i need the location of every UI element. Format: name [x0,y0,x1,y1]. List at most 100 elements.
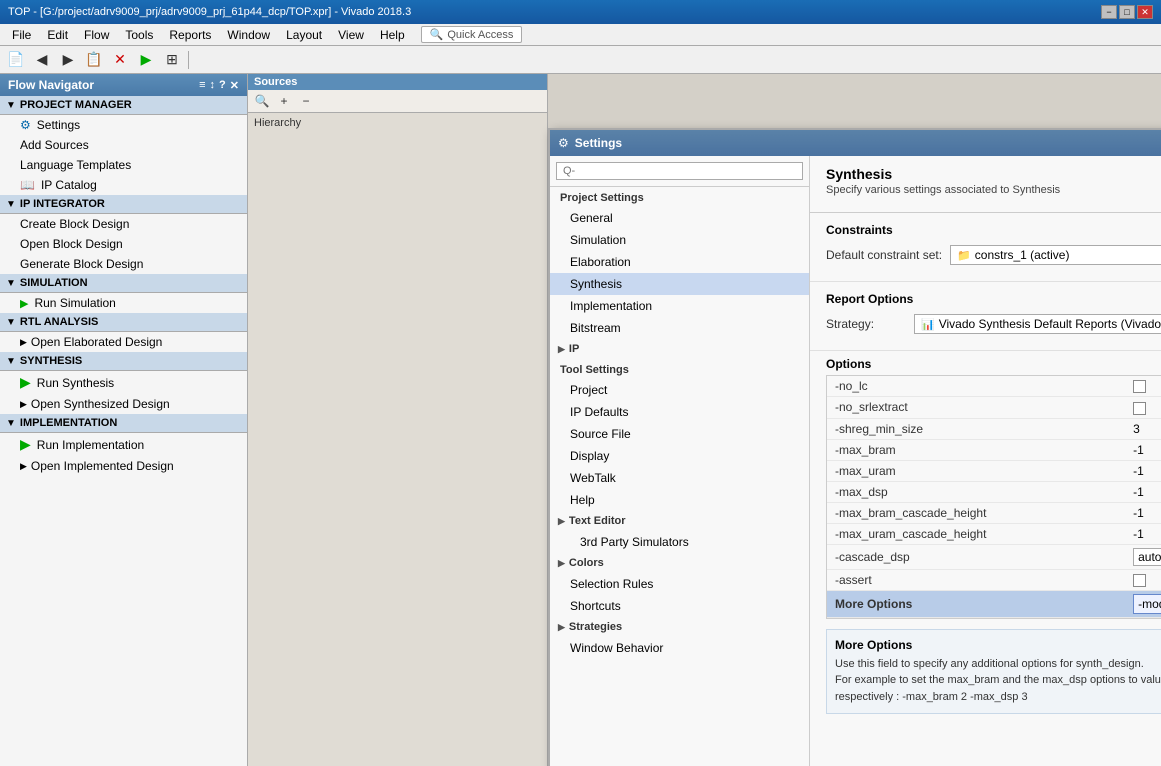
run-button[interactable]: ▶ [134,49,158,71]
nav-item-help[interactable]: Help [550,489,809,511]
nav-item-window-behavior[interactable]: Window Behavior [550,637,809,659]
nav-ctrl-close[interactable]: ✕ [230,79,239,92]
nav-item-create-block-design[interactable]: Create Block Design [0,214,247,234]
nav-item-3rd-party[interactable]: 3rd Party Simulators [550,531,809,553]
nav-item-language-templates[interactable]: Language Templates [0,155,247,175]
nav-item-open-block-design[interactable]: Open Block Design [0,234,247,254]
constraint-set-select[interactable]: 📁 constrs_1 (active) ▼ [950,245,1161,265]
nav-item-run-implementation[interactable]: ▶ Run Implementation [0,433,247,456]
menu-file[interactable]: File [4,26,39,44]
option-value-cell[interactable]: -1 [1125,460,1161,481]
menu-edit[interactable]: Edit [39,26,76,44]
forward-button[interactable]: ▶ [56,49,80,71]
options-table-row[interactable]: -max_bram-1 [827,439,1161,460]
nav-item-generate-block-design[interactable]: Generate Block Design [0,254,247,274]
maximize-button[interactable]: □ [1119,5,1135,19]
back-button[interactable]: ◀ [30,49,54,71]
minimize-button[interactable]: − [1101,5,1117,19]
nav-item-open-implemented[interactable]: ▶ Open Implemented Design [0,456,247,476]
nav-ctrl-menu[interactable]: ≡ [199,79,205,92]
close-button[interactable]: ✕ [1137,5,1153,19]
panel-toolbar-sources: 🔍 + − [248,90,547,113]
sources-tab[interactable]: Hierarchy [248,113,547,133]
nav-group-header-ip[interactable]: ▶ IP [550,339,809,359]
menu-reports[interactable]: Reports [161,26,219,44]
options-table-row[interactable]: -no_srlextract [827,397,1161,418]
option-value-cell[interactable]: auto▼ [1125,544,1161,569]
grid-button[interactable]: ⊞ [160,49,184,71]
nav-ctrl-help[interactable]: ? [219,79,226,92]
new-button[interactable]: 📄 [4,49,28,71]
option-value-cell[interactable] [1125,397,1161,418]
nav-item-project[interactable]: Project [550,379,809,401]
option-dropdown[interactable]: auto▼ [1133,548,1161,566]
nav-item-settings[interactable]: ⚙ Settings [0,115,247,135]
options-table-row[interactable]: -max_uram_cascade_height-1 [827,523,1161,544]
options-table-row[interactable]: -max_bram_cascade_height-1 [827,502,1161,523]
nav-group-header-strategies[interactable]: ▶ Strategies [550,617,809,637]
options-table-container[interactable]: -no_lc-no_srlextract-shreg_min_size3-max… [826,375,1161,619]
nav-item-selection-rules[interactable]: Selection Rules [550,573,809,595]
option-value-cell[interactable] [1125,590,1161,617]
panel-collapse-btn[interactable]: − [296,92,316,110]
panel-search-btn[interactable]: 🔍 [252,92,272,110]
nav-item-implementation[interactable]: Implementation [550,295,809,317]
nav-group-header-colors[interactable]: ▶ Colors [550,553,809,573]
options-table-row[interactable]: -cascade_dspauto▼ [827,544,1161,569]
options-table-row[interactable]: -shreg_min_size3 [827,418,1161,439]
nav-item-simulation[interactable]: Simulation [550,229,809,251]
strategy-select[interactable]: 📊 Vivado Synthesis Default Reports (Viva… [914,314,1161,334]
nav-group-header-text-editor[interactable]: ▶ Text Editor [550,511,809,531]
option-text-input[interactable] [1133,594,1161,614]
nav-item-run-synthesis[interactable]: ▶ Run Synthesis [0,371,247,394]
option-value-cell[interactable] [1125,376,1161,397]
nav-section-header-ip-integrator[interactable]: ▼ IP INTEGRATOR [0,195,247,214]
copy-button[interactable]: 📋 [82,49,106,71]
option-checkbox[interactable] [1133,380,1146,393]
options-table-row[interactable]: -max_dsp-1 [827,481,1161,502]
nav-section-header-synthesis[interactable]: ▼ SYNTHESIS [0,352,247,371]
option-value-cell[interactable]: -1 [1125,481,1161,502]
quick-access-bar[interactable]: 🔍 Quick Access [421,26,523,43]
nav-item-display[interactable]: Display [550,445,809,467]
menu-window[interactable]: Window [219,26,278,44]
nav-item-ip-catalog[interactable]: 📖 IP Catalog [0,175,247,195]
nav-section-header-simulation[interactable]: ▼ SIMULATION [0,274,247,293]
settings-search-input[interactable] [556,162,803,180]
options-table-row[interactable]: -assert [827,569,1161,590]
nav-item-ip-defaults[interactable]: IP Defaults [550,401,809,423]
menu-flow[interactable]: Flow [76,26,117,44]
option-checkbox[interactable] [1133,574,1146,587]
nav-item-webtalk[interactable]: WebTalk [550,467,809,489]
nav-item-general[interactable]: General [550,207,809,229]
nav-item-bitstream[interactable]: Bitstream [550,317,809,339]
options-table-row[interactable]: -max_uram-1 [827,460,1161,481]
nav-section-header-implementation[interactable]: ▼ IMPLEMENTATION [0,414,247,433]
menu-tools[interactable]: Tools [117,26,161,44]
option-value-cell[interactable]: -1 [1125,439,1161,460]
nav-item-elaboration[interactable]: Elaboration [550,251,809,273]
nav-item-source-file[interactable]: Source File [550,423,809,445]
menu-view[interactable]: View [330,26,372,44]
nav-item-add-sources[interactable]: Add Sources [0,135,247,155]
option-value-cell[interactable]: -1 [1125,523,1161,544]
nav-item-run-simulation[interactable]: ▶ Run Simulation [0,293,247,313]
options-table-row[interactable]: More Options [827,590,1161,617]
nav-item-synthesis[interactable]: Synthesis [550,273,809,295]
option-value-cell[interactable]: 3 [1125,418,1161,439]
nav-section-header-project-manager[interactable]: ▼ PROJECT MANAGER [0,96,247,115]
menu-help[interactable]: Help [372,26,413,44]
delete-button[interactable]: ✕ [108,49,132,71]
nav-item-open-elaborated[interactable]: ▶ Open Elaborated Design [0,332,247,352]
nav-ctrl-resize[interactable]: ↕ [210,79,216,92]
nav-item-shortcuts[interactable]: Shortcuts [550,595,809,617]
option-checkbox[interactable] [1133,402,1146,415]
options-table-row[interactable]: -no_lc [827,376,1161,397]
nav-section-header-rtl[interactable]: ▼ RTL ANALYSIS [0,313,247,332]
option-value-cell[interactable] [1125,569,1161,590]
menu-layout[interactable]: Layout [278,26,330,44]
option-value-cell[interactable]: -1 [1125,502,1161,523]
panel-expand-btn[interactable]: + [274,92,294,110]
expand-arrow-icon: ▶ [558,516,565,527]
nav-item-open-synthesized[interactable]: ▶ Open Synthesized Design [0,394,247,414]
